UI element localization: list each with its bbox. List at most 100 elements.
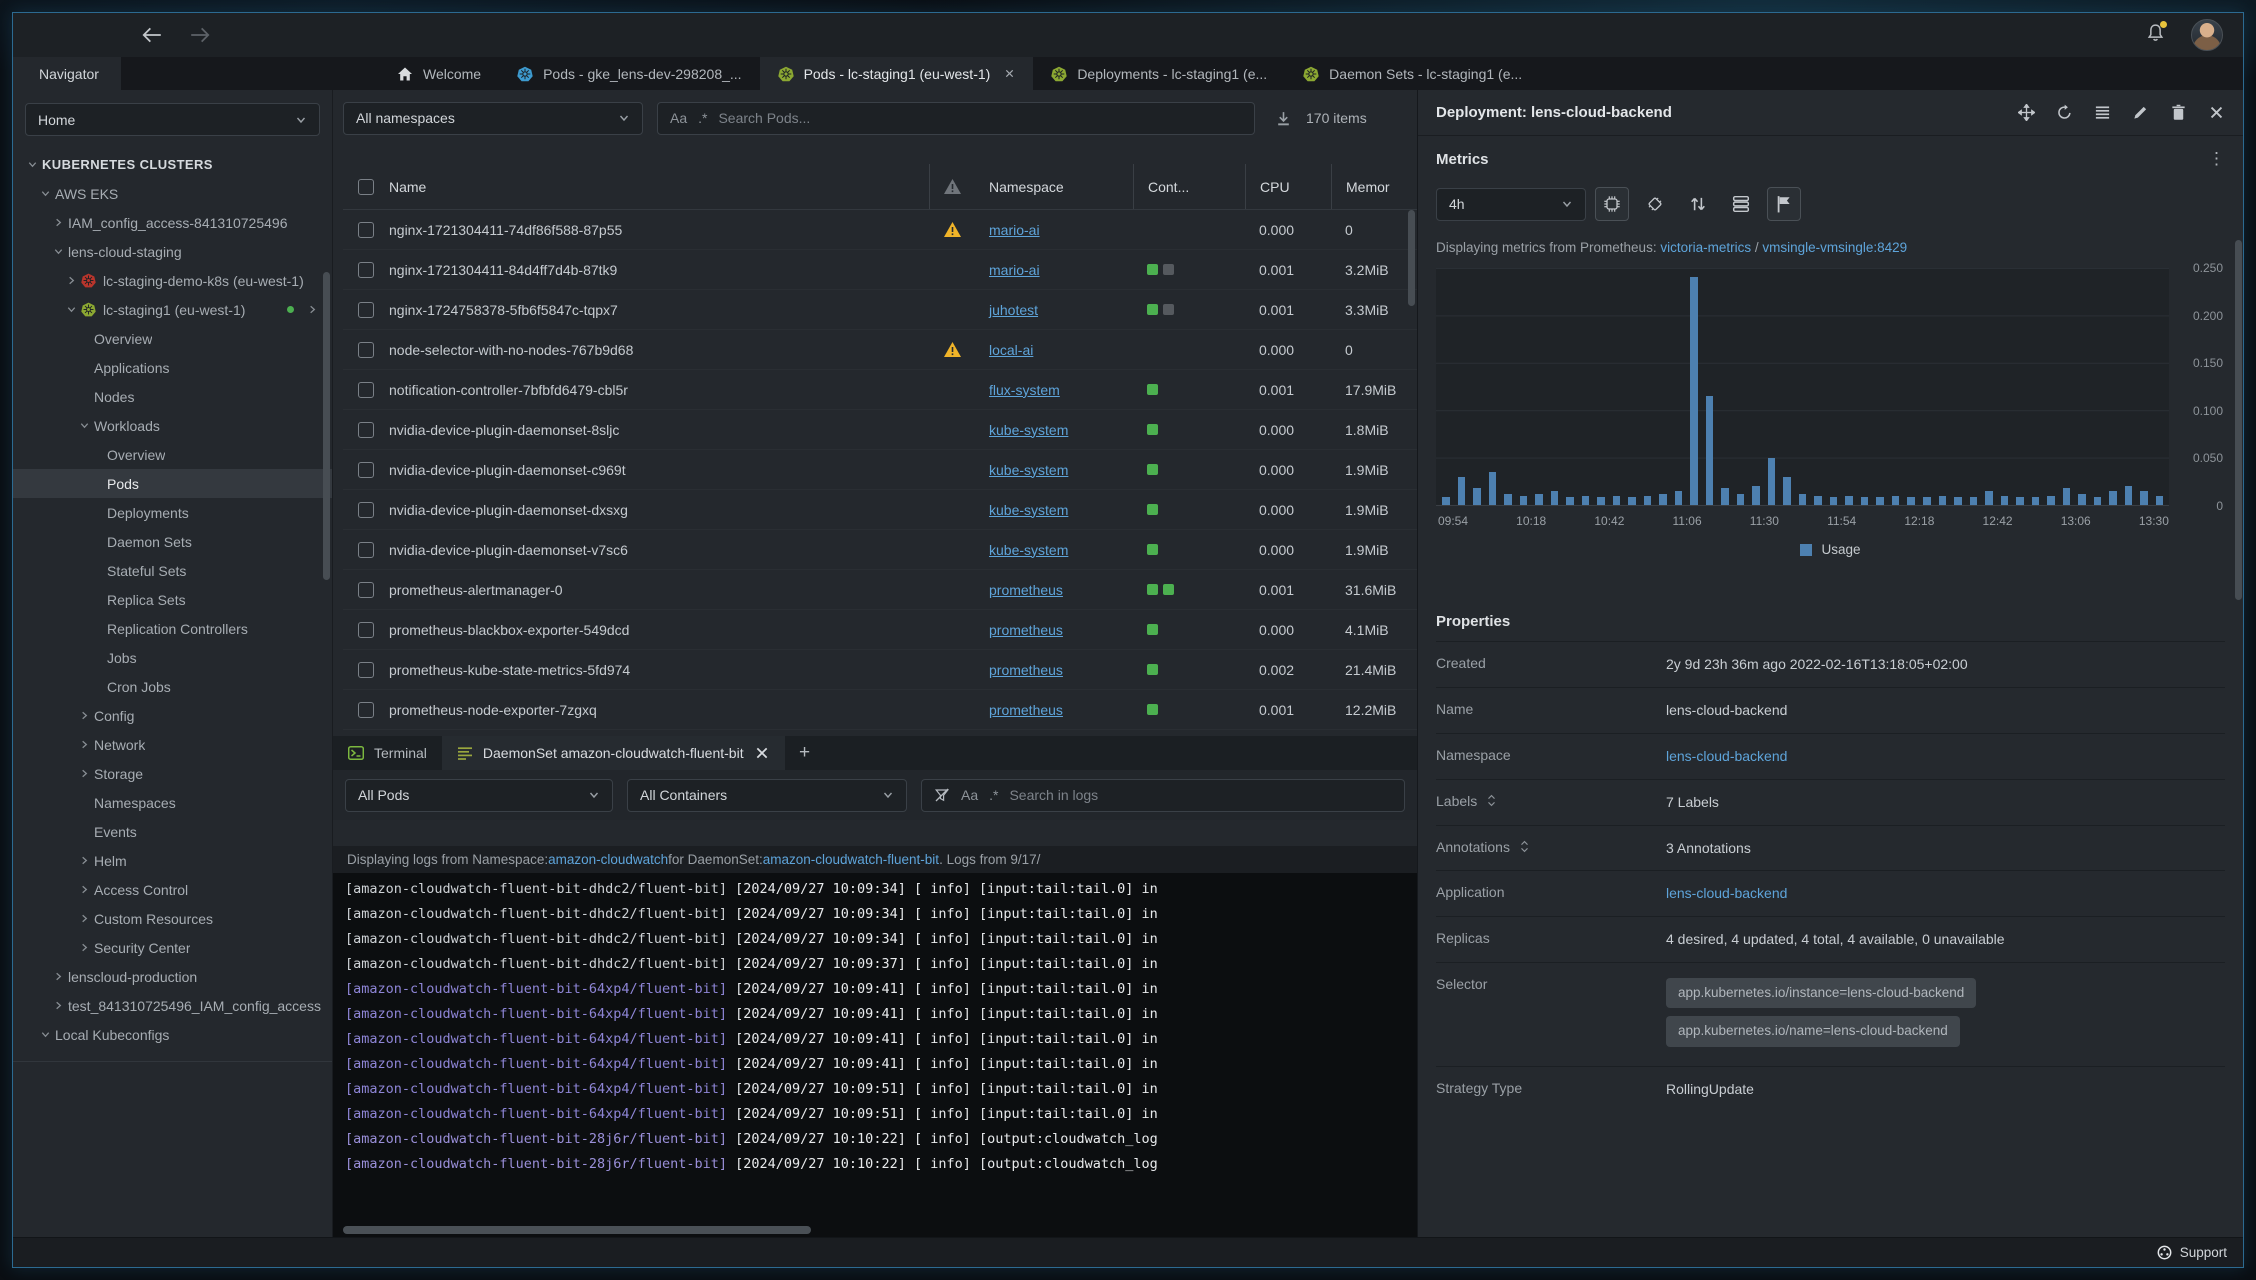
new-tab-button[interactable]: + (785, 736, 825, 770)
time-range-select[interactable]: 4h (1436, 187, 1586, 221)
close-icon[interactable] (2208, 104, 2225, 121)
column-name[interactable]: Name (389, 164, 929, 209)
forward-arrow-icon[interactable] (189, 26, 211, 44)
table-scrollbar[interactable] (1408, 210, 1415, 306)
sidebar-item-local-kubeconfigs[interactable]: Local Kubeconfigs (13, 1020, 332, 1049)
dock-tab-daemonset-amazon-cloudwatch-fluent-b[interactable]: DaemonSet amazon-cloudwatch-fluent-bit (441, 736, 785, 770)
sidebar-item-lenscloud-production[interactable]: lenscloud-production (13, 962, 332, 991)
download-icon[interactable] (1275, 110, 1292, 127)
namespace-link[interactable]: prometheus (989, 662, 1063, 678)
network-metric-button[interactable] (1681, 187, 1715, 221)
log-namespace-link[interactable]: amazon-cloudwatch (548, 852, 668, 867)
sidebar-item-network[interactable]: Network (13, 730, 332, 759)
namespace-link[interactable]: local-ai (989, 342, 1033, 358)
row-checkbox[interactable] (358, 621, 374, 638)
namespace-link[interactable]: mario-ai (989, 262, 1040, 278)
sidebar-item-overview[interactable]: Overview (13, 324, 332, 353)
sidebar-item-helm[interactable]: Helm (13, 846, 332, 875)
reload-icon[interactable] (2056, 104, 2073, 121)
tab-pods-lc-staging1-eu-west-1[interactable]: Pods - lc-staging1 (eu-west-1) (759, 57, 1034, 90)
sidebar-item-daemon-sets[interactable]: Daemon Sets (13, 527, 332, 556)
row-checkbox[interactable] (358, 221, 374, 238)
row-checkbox[interactable] (358, 261, 374, 278)
sidebar-item-events[interactable]: Events (13, 817, 332, 846)
log-hscroll-thumb[interactable] (343, 1226, 811, 1234)
namespace-link[interactable]: kube-system (989, 502, 1068, 518)
sidebar-item-replica-sets[interactable]: Replica Sets (13, 585, 332, 614)
log-daemonset-link[interactable]: amazon-cloudwatch-fluent-bit (763, 852, 939, 867)
kebab-menu-icon[interactable]: ⋮ (2208, 149, 2225, 169)
namespace-link[interactable]: kube-system (989, 462, 1068, 478)
table-row-nginx-1721304411-74df86f588-87p55[interactable]: nginx-1721304411-74df86f588-87p55 mario-a… (343, 210, 1417, 250)
row-checkbox[interactable] (358, 501, 374, 518)
namespace-select[interactable]: All namespaces (343, 101, 643, 135)
chevron-right-icon[interactable] (303, 304, 322, 316)
sidebar-item-lc-staging-demo-k8s-eu-west-1[interactable]: lc-staging-demo-k8s (eu-west-1) (13, 266, 332, 295)
property-value-link[interactable]: lens-cloud-backend (1666, 748, 1787, 764)
sidebar-item-lens-cloud-staging[interactable]: lens-cloud-staging (13, 237, 332, 266)
filter-off-icon[interactable] (934, 787, 950, 803)
details-scrollbar[interactable] (2235, 240, 2242, 600)
sidebar-item-storage[interactable]: Storage (13, 759, 332, 788)
cpu-metric-button[interactable] (1595, 187, 1629, 221)
row-checkbox[interactable] (358, 421, 374, 438)
pods-search-input[interactable] (718, 110, 1242, 126)
row-checkbox[interactable] (358, 461, 374, 478)
support-button[interactable]: Support (2157, 1245, 2227, 1260)
regex-icon[interactable]: .* (698, 110, 707, 126)
sidebar-item-overview[interactable]: Overview (13, 440, 332, 469)
table-row-nginx-1724758378-5fb6f5847c-tqpx7[interactable]: nginx-1724758378-5fb6f5847c-tqpx7 juhotes… (343, 290, 1417, 330)
sidebar-item-pods[interactable]: Pods (13, 469, 332, 498)
table-row-prometheus-blackbox-exporter-549dcd[interactable]: prometheus-blackbox-exporter-549dcd prome… (343, 610, 1417, 650)
table-row-nvidia-device-plugin-daemonset-8sljc[interactable]: nvidia-device-plugin-daemonset-8sljc kube… (343, 410, 1417, 450)
row-checkbox[interactable] (358, 661, 374, 678)
sidebar-item-replication-controllers[interactable]: Replication Controllers (13, 614, 332, 643)
namespace-link[interactable]: juhotest (989, 302, 1038, 318)
move-icon[interactable] (2018, 104, 2035, 121)
sidebar-item-stateful-sets[interactable]: Stateful Sets (13, 556, 332, 585)
row-checkbox[interactable] (358, 301, 374, 318)
flag-metric-button[interactable] (1767, 187, 1801, 221)
table-row-prometheus-node-exporter-7zgxq[interactable]: prometheus-node-exporter-7zgxq prometheus… (343, 690, 1417, 730)
regex-icon[interactable]: .* (989, 787, 998, 803)
close-icon[interactable] (754, 745, 770, 761)
namespace-link[interactable]: kube-system (989, 542, 1068, 558)
memory-metric-button[interactable] (1638, 187, 1672, 221)
tab-deployments-lc-staging1-e[interactable]: Deployments - lc-staging1 (e... (1033, 57, 1285, 90)
warning-column-icon[interactable] (943, 178, 962, 195)
pods-search[interactable]: Aa .* (657, 101, 1255, 135)
column-namespace[interactable]: Namespace (975, 164, 1133, 209)
sidebar-item-jobs[interactable]: Jobs (13, 643, 332, 672)
prometheus-service-link[interactable]: victoria-metrics (1660, 240, 1751, 255)
edit-icon[interactable] (2132, 104, 2149, 121)
row-checkbox[interactable] (358, 381, 374, 398)
property-value-link[interactable]: lens-cloud-backend (1666, 885, 1787, 901)
table-row-nvidia-device-plugin-daemonset-dxsxg[interactable]: nvidia-device-plugin-daemonset-dxsxg kube… (343, 490, 1417, 530)
logs-search-input[interactable] (1009, 787, 1392, 803)
sidebar-item-cron-jobs[interactable]: Cron Jobs (13, 672, 332, 701)
match-case-icon[interactable]: Aa (670, 110, 687, 126)
sidebar-item-access-control[interactable]: Access Control (13, 875, 332, 904)
row-checkbox[interactable] (358, 541, 374, 558)
sidebar-item-config[interactable]: Config (13, 701, 332, 730)
sidebar-item-custom-resources[interactable]: Custom Resources (13, 904, 332, 933)
tab-navigator[interactable]: Navigator (13, 57, 121, 90)
sidebar-scrollbar[interactable] (323, 272, 330, 580)
avatar[interactable] (2191, 19, 2223, 51)
pod-filter-select[interactable]: All Pods (345, 778, 613, 812)
sidebar-item-iam-config-access-841310725496[interactable]: IAM_config_access-841310725496 (13, 208, 332, 237)
back-arrow-icon[interactable] (141, 26, 163, 44)
notifications-button[interactable] (2146, 21, 2167, 47)
sort-icon[interactable] (1486, 793, 1497, 808)
namespace-link[interactable]: prometheus (989, 702, 1063, 718)
sidebar-item-lc-staging1-eu-west-1[interactable]: lc-staging1 (eu-west-1) (13, 295, 332, 324)
sidebar-item-workloads[interactable]: Workloads (13, 411, 332, 440)
prometheus-endpoint-link[interactable]: vmsingle-vmsingle:8429 (1762, 240, 1907, 255)
sidebar-item-applications[interactable]: Applications (13, 353, 332, 382)
table-row-nvidia-device-plugin-daemonset-v7sc6[interactable]: nvidia-device-plugin-daemonset-v7sc6 kube… (343, 530, 1417, 570)
row-checkbox[interactable] (358, 701, 374, 718)
match-case-icon[interactable]: Aa (961, 787, 978, 803)
trash-icon[interactable] (2170, 104, 2187, 121)
sidebar-item-kubernetes-clusters[interactable]: KUBERNETES CLUSTERS (13, 150, 332, 179)
row-checkbox[interactable] (358, 581, 374, 598)
